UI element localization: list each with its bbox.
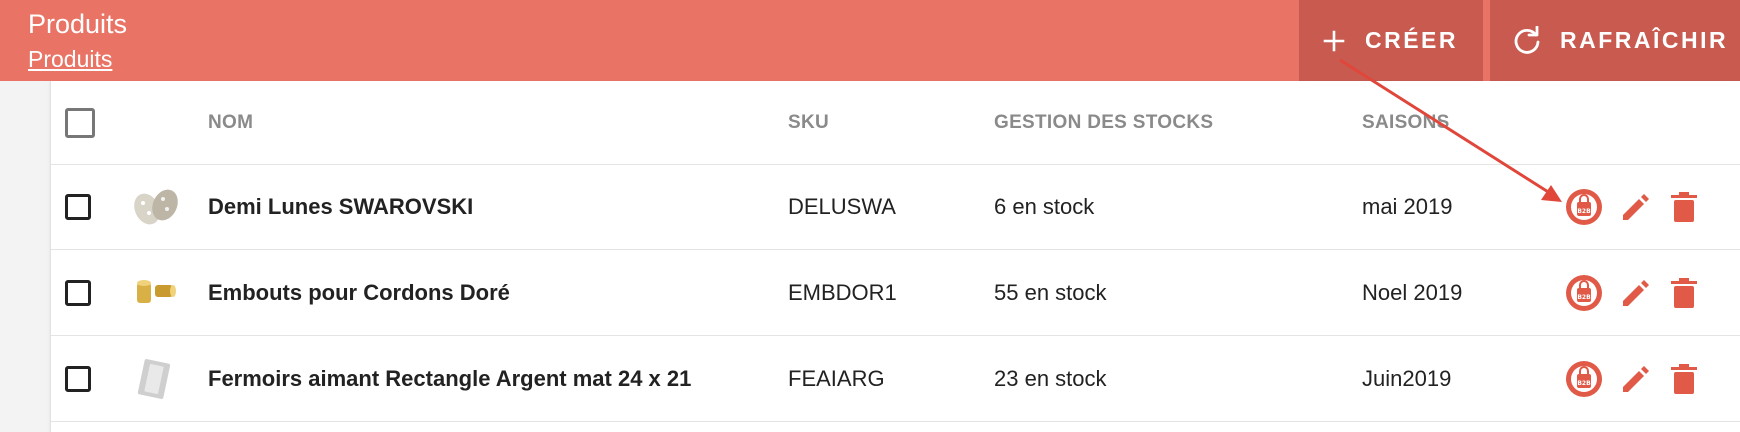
column-header-stock[interactable]: GESTION DES STOCKS: [994, 112, 1213, 134]
top-app-bar: Produits Produits CRÉER RAFRAÎCHIR: [0, 0, 1740, 81]
plus-icon: [1323, 30, 1345, 52]
product-stock: 6 en stock: [994, 193, 1095, 219]
row-checkbox[interactable]: [65, 193, 91, 220]
refresh-button[interactable]: RAFRAÎCHIR: [1490, 0, 1740, 81]
row-checkbox[interactable]: [65, 279, 91, 306]
column-header-nom[interactable]: NOM: [208, 112, 253, 134]
create-button[interactable]: CRÉER: [1299, 0, 1483, 81]
product-stock: 55 en stock: [994, 279, 1107, 305]
products-table: NOM SKU GESTION DES STOCKS SAISONS Demi …: [50, 81, 1740, 432]
svg-text:B2B: B2B: [1577, 208, 1591, 215]
pencil-icon[interactable]: [1616, 187, 1656, 227]
b2b-bag-icon[interactable]: B2B: [1564, 273, 1604, 313]
breadcrumb-produits-link[interactable]: Produits: [28, 45, 112, 73]
svg-text:B2B: B2B: [1577, 380, 1591, 387]
product-name[interactable]: Embouts pour Cordons Doré: [208, 280, 510, 306]
pencil-icon[interactable]: [1616, 273, 1656, 313]
row-checkbox[interactable]: [65, 365, 91, 392]
b2b-bag-icon[interactable]: B2B: [1564, 359, 1604, 399]
page-title: Produits: [28, 9, 128, 39]
silver-clasp-image: [127, 355, 185, 403]
product-name[interactable]: Demi Lunes SWAROVSKI: [208, 194, 473, 220]
create-button-label: CRÉER: [1365, 27, 1459, 53]
table-row[interactable]: Embouts pour Cordons Doré EMBDOR1 55 en …: [51, 250, 1740, 336]
product-sku: FEAIARG: [788, 365, 885, 391]
product-name[interactable]: Fermoirs aimant Rectangle Argent mat 24 …: [208, 366, 691, 392]
product-season: Noel 2019: [1362, 279, 1463, 305]
column-header-saisons[interactable]: SAISONS: [1362, 112, 1450, 134]
svg-text:B2B: B2B: [1577, 294, 1591, 301]
gold-end-caps-image: [127, 269, 185, 317]
b2b-bag-icon[interactable]: B2B: [1564, 187, 1604, 227]
pencil-icon[interactable]: [1616, 359, 1656, 399]
crystal-half-moon-image: [127, 183, 185, 231]
table-row[interactable]: Fermoirs aimant Rectangle Argent mat 24 …: [51, 336, 1740, 422]
trash-icon[interactable]: [1664, 187, 1704, 227]
product-stock: 23 en stock: [994, 365, 1107, 391]
trash-icon[interactable]: [1664, 359, 1704, 399]
refresh-button-label: RAFRAÎCHIR: [1560, 27, 1729, 53]
trash-icon[interactable]: [1664, 273, 1704, 313]
column-header-sku[interactable]: SKU: [788, 112, 829, 134]
table-header-row: NOM SKU GESTION DES STOCKS SAISONS: [51, 81, 1740, 165]
table-row[interactable]: Demi Lunes SWAROVSKI DELUSWA 6 en stock …: [51, 164, 1740, 250]
product-season: mai 2019: [1362, 193, 1453, 219]
select-all-checkbox[interactable]: [65, 107, 95, 138]
product-season: Juin2019: [1362, 365, 1452, 391]
product-sku: EMBDOR1: [788, 279, 897, 305]
refresh-icon: [1512, 25, 1542, 56]
product-sku: DELUSWA: [788, 193, 896, 219]
